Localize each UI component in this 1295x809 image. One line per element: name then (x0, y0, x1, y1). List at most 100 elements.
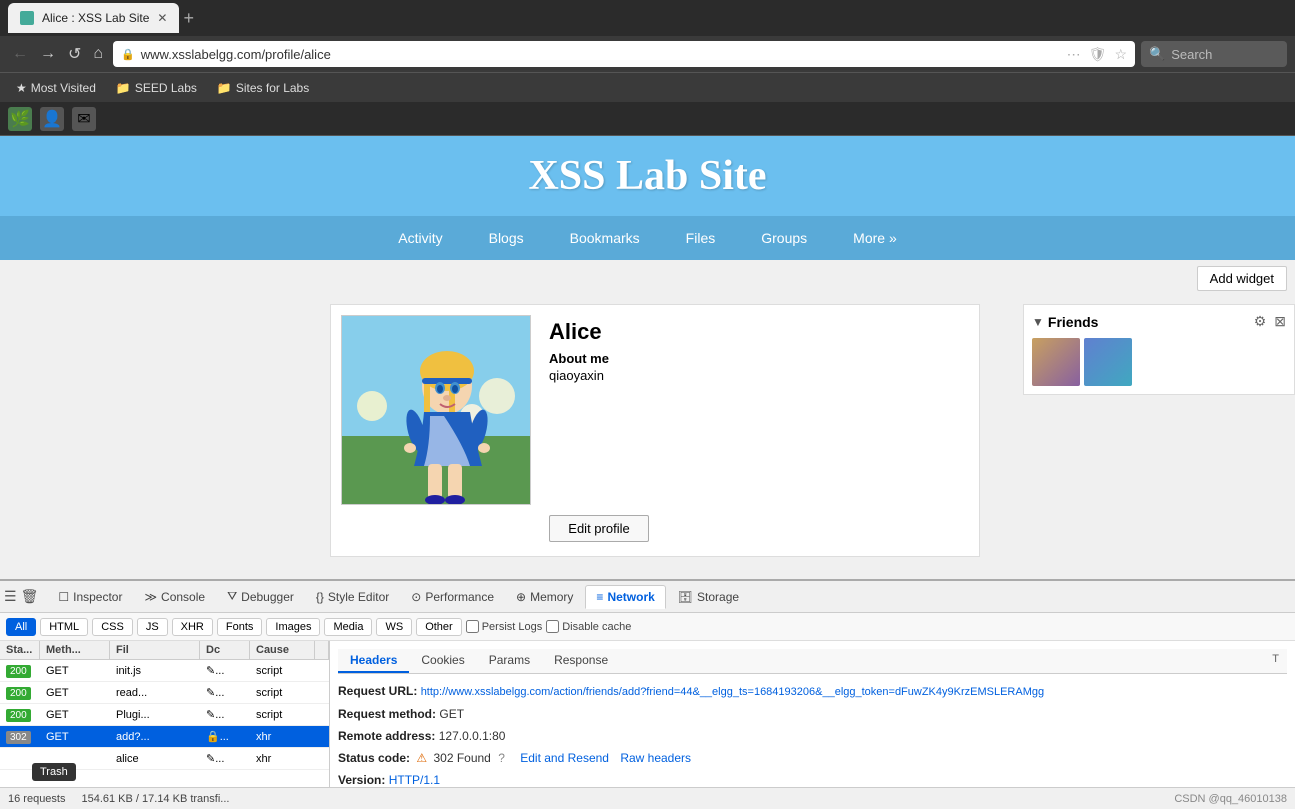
detail-tab-headers[interactable]: Headers (338, 649, 409, 673)
tab-performance[interactable]: ⊙ Performance (401, 586, 504, 608)
filter-media[interactable]: Media (324, 618, 372, 636)
row-method: GET (40, 685, 110, 701)
new-tab-button[interactable]: + (183, 8, 194, 29)
detail-tab-cookies[interactable]: Cookies (409, 649, 476, 673)
row-waterfall (315, 713, 329, 717)
tab-close-button[interactable]: ✕ (157, 11, 167, 25)
version-value: HTTP/1.1 (389, 773, 440, 787)
tab-console[interactable]: ≫ Console (134, 586, 215, 608)
tab-style-editor[interactable]: {} Style Editor (306, 586, 399, 608)
row-cause: xhr (250, 729, 315, 745)
star-icon: ★ (16, 81, 27, 95)
bookmark-sites-for-labs[interactable]: 📁 Sites for Labs (209, 79, 317, 97)
address-bar[interactable]: 🔒 www.xsslabelgg.com/profile/alice ⋯ 🛡 ☆ (113, 41, 1135, 67)
filter-other[interactable]: Other (416, 618, 462, 636)
inspector-icon: ☐ (58, 590, 69, 604)
status-help-icon[interactable]: ? (498, 751, 505, 765)
reload-button[interactable]: ↺ (64, 42, 85, 66)
network-icon: ≡ (596, 590, 603, 604)
ext-icon-1[interactable]: 🌿 (8, 107, 32, 131)
bookmark-most-visited[interactable]: ★ Most Visited (8, 79, 104, 97)
tab-debugger[interactable]: ⛛ Debugger (217, 585, 304, 608)
bookmark-star-icon[interactable]: ☆ (1114, 46, 1127, 63)
search-box[interactable]: 🔍 Search (1141, 41, 1287, 67)
table-row[interactable]: 200 GET read... ✎... script (0, 682, 329, 704)
active-tab[interactable]: Alice : XSS Lab Site ✕ (8, 3, 179, 33)
edit-profile-button[interactable]: Edit profile (549, 515, 649, 542)
table-row-selected[interactable]: 302 GET add?... 🔒... xhr (0, 726, 329, 748)
persist-logs-checkbox[interactable] (466, 620, 479, 633)
detail-tab-response[interactable]: Response (542, 649, 620, 673)
tab-storage-label: Storage (697, 590, 739, 604)
friends-settings-icon[interactable]: ⚙ (1254, 313, 1267, 330)
nav-groups[interactable]: Groups (753, 226, 815, 250)
site-header: XSS Lab Site (0, 136, 1295, 216)
performance-icon: ⊙ (411, 590, 421, 604)
ext-icon-image: 👤 (42, 109, 62, 129)
ext-icon-2[interactable]: 👤 (40, 107, 64, 131)
friends-triangle-icon: ▼ (1032, 315, 1044, 329)
detail-tab-params[interactable]: Params (477, 649, 542, 673)
remote-address-value: 127.0.0.1:80 (439, 729, 506, 743)
devtools-filter-toolbar: All HTML CSS JS XHR Fonts Images Media W… (0, 613, 1295, 641)
tab-bar: Alice : XSS Lab Site ✕ + (8, 3, 1287, 33)
status-code-value: 302 Found (433, 751, 490, 765)
page-content: Alice About me qiaoyaxin Edit profile ▼ … (0, 296, 1295, 538)
row-cause: script (250, 707, 315, 723)
row-waterfall (315, 757, 329, 761)
table-row[interactable]: 200 GET init.js ✎... script (0, 660, 329, 682)
filter-fonts[interactable]: Fonts (217, 618, 263, 636)
table-row[interactable]: 200 GET Plugi... ✎... script (0, 704, 329, 726)
nav-files[interactable]: Files (678, 226, 724, 250)
disable-cache-label[interactable]: Disable cache (546, 620, 631, 633)
disable-cache-checkbox[interactable] (546, 620, 559, 633)
address-icons: ⋯ 🛡 ☆ (1067, 46, 1127, 63)
ext-icon-3[interactable]: ✉ (72, 107, 96, 131)
add-widget-button[interactable]: Add widget (1197, 266, 1287, 291)
remote-address-row: Remote address: 127.0.0.1:80 (338, 727, 1287, 745)
tab-style-editor-label: Style Editor (328, 590, 389, 604)
persist-logs-label[interactable]: Persist Logs (466, 620, 543, 633)
row-cause: script (250, 663, 315, 679)
tab-storage[interactable]: 🗄 Storage (668, 586, 749, 608)
nav-blogs[interactable]: Blogs (481, 226, 532, 250)
friends-icons: ⚙ ⊠ (1254, 313, 1286, 330)
request-method-label: Request method: (338, 707, 436, 721)
forward-button[interactable]: → (36, 43, 60, 65)
friend-avatar-1[interactable] (1032, 338, 1080, 386)
devtools-statusbar: 16 requests 154.61 KB / 17.14 KB transfi… (0, 787, 1295, 809)
home-button[interactable]: ⌂ (89, 43, 107, 65)
row-cause: xhr (250, 751, 315, 767)
tab-network[interactable]: ≡ Network (585, 585, 665, 609)
filter-images[interactable]: Images (266, 618, 320, 636)
tab-inspector[interactable]: ☐ Inspector (48, 586, 132, 608)
favicon (20, 11, 34, 25)
raw-headers-link[interactable]: Raw headers (620, 751, 691, 765)
nav-activity[interactable]: Activity (390, 226, 450, 250)
filter-js[interactable]: JS (137, 618, 168, 636)
devtools-trash-button[interactable]: 🗑 (21, 588, 39, 605)
friends-thumbnails (1032, 338, 1286, 386)
tab-memory[interactable]: ⊕ Memory (506, 586, 583, 608)
filter-xhr[interactable]: XHR (172, 618, 213, 636)
row-method: GET (40, 663, 110, 679)
reader-mode-icon[interactable]: 🛡 (1089, 46, 1107, 63)
filter-ws[interactable]: WS (376, 618, 412, 636)
filter-css[interactable]: CSS (92, 618, 133, 636)
bookmark-seed-labs[interactable]: 📁 SEED Labs (108, 79, 205, 97)
header-method: Meth... (40, 641, 110, 659)
friend-avatar-2[interactable] (1084, 338, 1132, 386)
filter-html[interactable]: HTML (40, 618, 88, 636)
devtools-main: Sta... Meth... Fil Dc Cause 200 GET init… (0, 641, 1295, 787)
friends-expand-icon[interactable]: ⊠ (1274, 313, 1286, 330)
edit-resend-link[interactable]: Edit and Resend (520, 751, 609, 765)
nav-bookmarks[interactable]: Bookmarks (562, 226, 648, 250)
devtools-toggle-button[interactable]: ☰ (4, 588, 17, 605)
devtools-controls: ☰ 🗑 (4, 588, 38, 605)
more-icon[interactable]: ⋯ (1067, 46, 1081, 63)
nav-more[interactable]: More » (845, 226, 905, 250)
back-button[interactable]: ← (8, 43, 32, 65)
friends-panel: ▼ Friends ⚙ ⊠ (1023, 304, 1295, 395)
add-widget-row: Add widget (0, 260, 1295, 296)
filter-all[interactable]: All (6, 618, 36, 636)
